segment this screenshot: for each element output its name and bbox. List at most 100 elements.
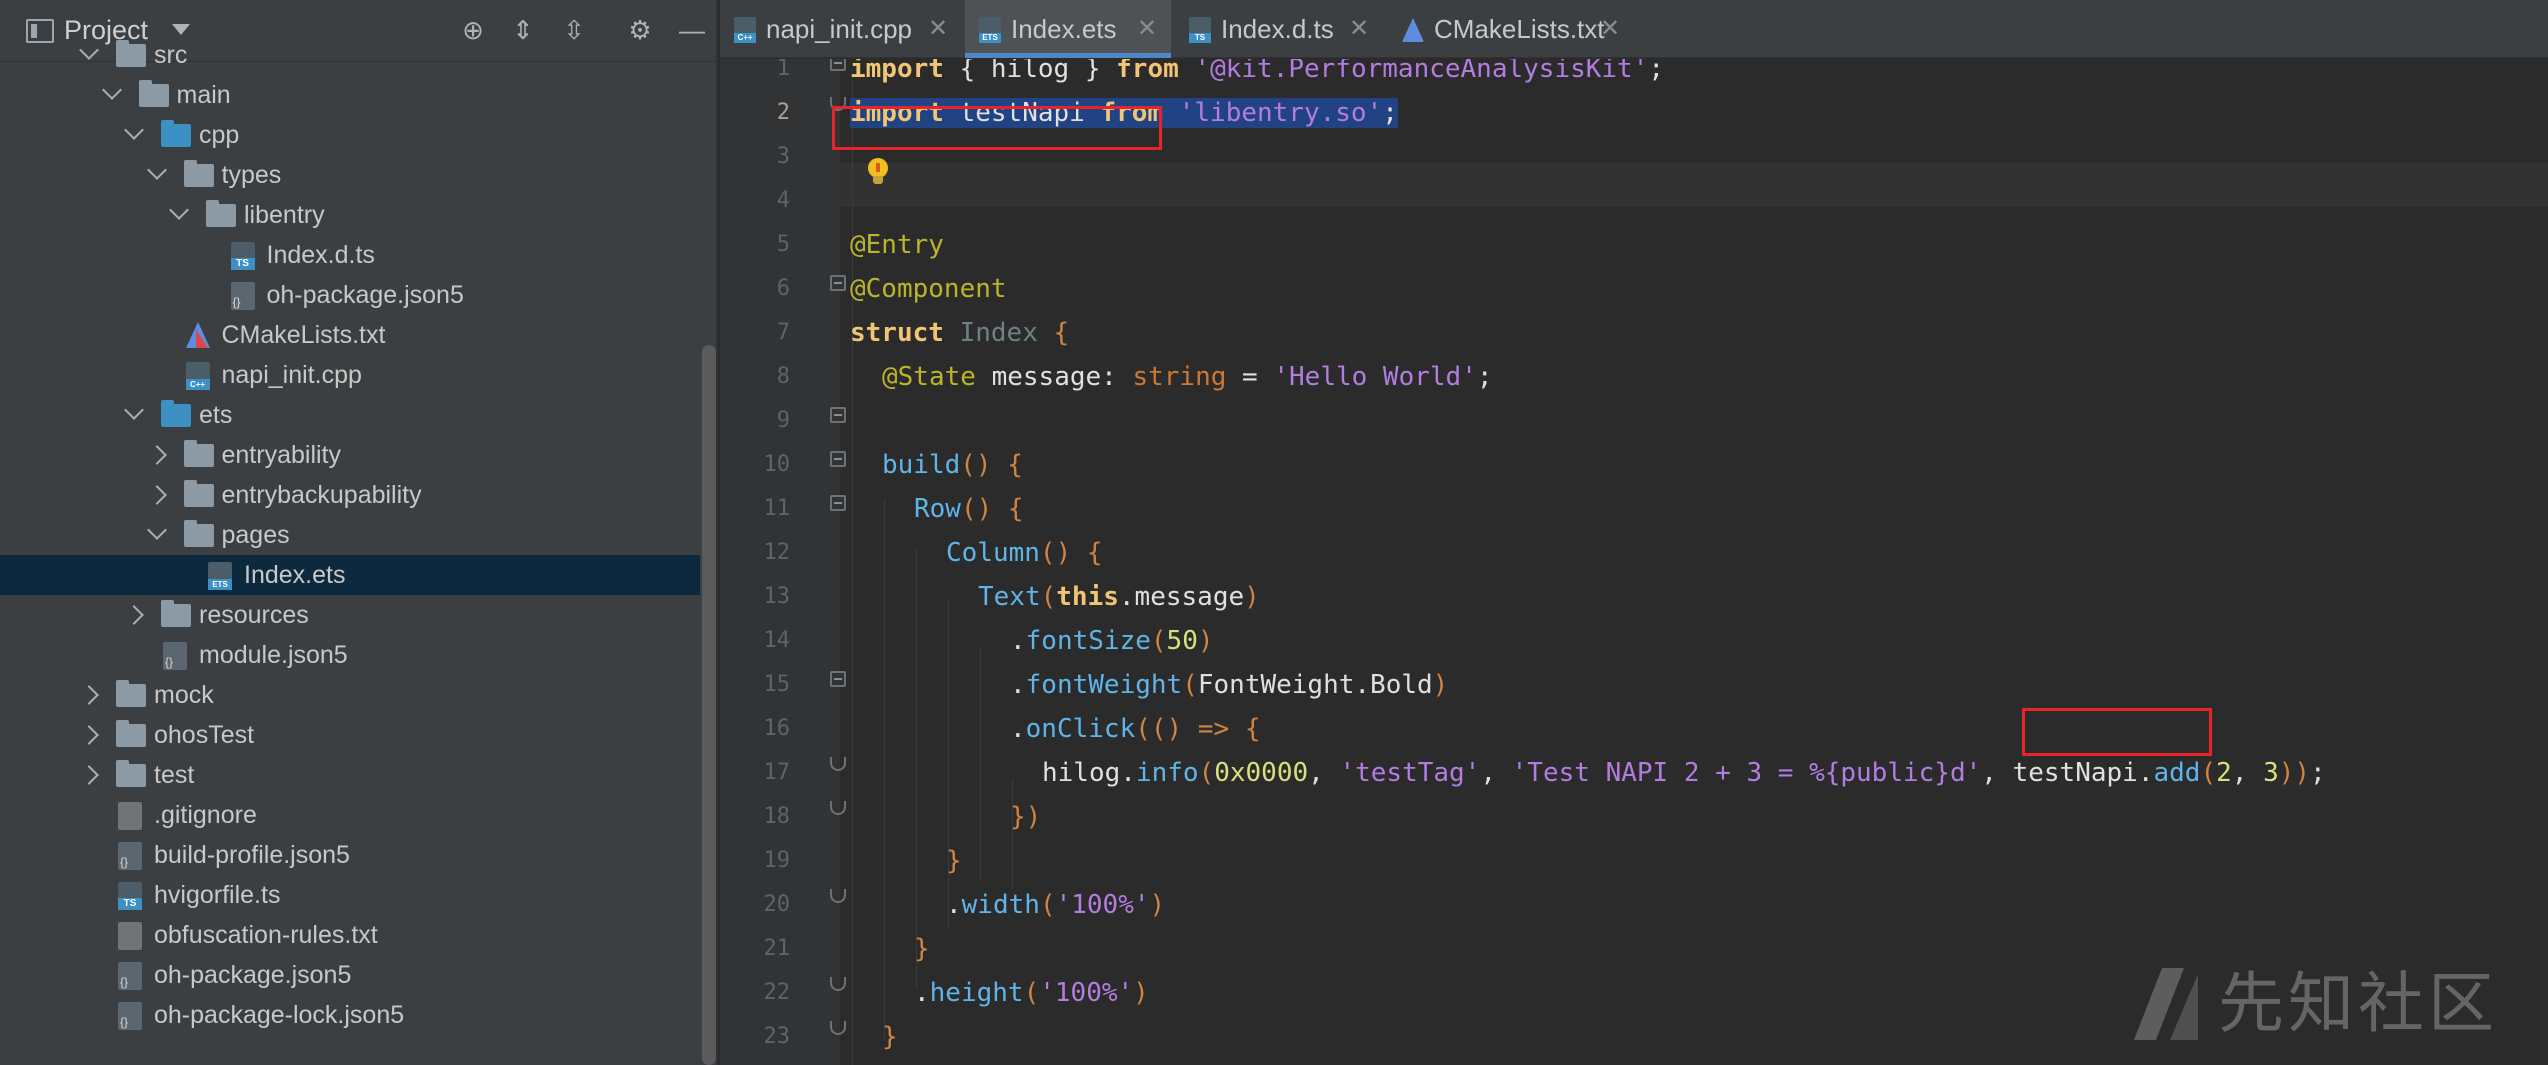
tree-item[interactable]: .gitignore <box>0 795 700 835</box>
string-literal: '@kit.PerformanceAnalysisKit' <box>1194 59 1649 84</box>
token: ; <box>1476 362 1493 392</box>
tree-item[interactable]: mock <box>0 675 700 715</box>
tab-label: CMakeLists.txt <box>1434 14 1605 44</box>
tree-item-label: oh-package.json5 <box>266 281 464 309</box>
tab-index-ets[interactable]: Index.ets ✕ <box>965 0 1171 58</box>
code-editor[interactable]: 1 2 3 4 5 6 7 8 9 10 11 12 13 14 15 16 17 18 19 20 21 22 23 im… <box>720 59 2548 1065</box>
fold-end-icon[interactable] <box>830 889 846 903</box>
chevron-down-icon[interactable] <box>124 400 144 420</box>
tab-cmakelists-txt[interactable]: CMakeLists.txt ✕ <box>1388 0 1633 58</box>
tree-item[interactable]: entryability <box>0 435 700 475</box>
chevron-down-icon[interactable] <box>101 80 122 100</box>
json-file-icon <box>118 842 142 870</box>
indent-guide <box>916 549 917 989</box>
token: message: <box>975 362 1133 392</box>
chevron-down-icon[interactable] <box>124 120 144 140</box>
json-file-icon <box>118 962 142 990</box>
close-icon[interactable]: ✕ <box>1137 0 1157 58</box>
code-line-16: hilog.info(0x0000, 'testTag', 'Test NAPI… <box>1042 751 2326 795</box>
chevron-right-icon[interactable] <box>79 765 99 785</box>
tree-item[interactable]: libentry <box>0 195 700 235</box>
tree-item[interactable]: ohosTest <box>0 715 700 755</box>
folder-icon <box>161 600 191 627</box>
tree-item[interactable]: ets <box>0 395 700 435</box>
decorator: @State <box>882 362 976 392</box>
txt-file-icon <box>118 802 142 830</box>
project-tree-scrollbar[interactable] <box>702 345 716 1065</box>
line-number: 6 <box>776 276 790 301</box>
code-line-7: @State message: string = 'Hello World'; <box>882 355 1493 399</box>
tree-item[interactable]: cpp <box>0 115 700 155</box>
tree-item-label: entrybackupability <box>221 481 422 509</box>
fold-toggle-icon[interactable] <box>830 495 846 511</box>
line-number: 8 <box>776 364 790 389</box>
tree-item[interactable]: entrybackupability <box>0 475 700 515</box>
token: ) <box>1149 890 1166 920</box>
tree-item[interactable]: oh-package.json5 <box>0 955 700 995</box>
code-line-23: } <box>850 1059 866 1065</box>
method-name: onClick <box>1025 714 1136 744</box>
token: , <box>1308 758 1340 788</box>
chevron-down-icon[interactable] <box>79 40 99 60</box>
tree-item[interactable]: main <box>0 75 700 115</box>
token: . <box>1010 714 1026 744</box>
fold-toggle-icon[interactable] <box>830 275 846 291</box>
tab-napi-init-cpp[interactable]: napi_init.cpp ✕ <box>720 0 962 58</box>
cpp-file-icon <box>734 17 756 43</box>
chevron-right-icon[interactable] <box>79 685 99 705</box>
token: ; <box>2310 758 2326 788</box>
folder-icon <box>161 120 191 147</box>
lightbulb-icon[interactable] <box>868 158 888 184</box>
fold-end-icon[interactable] <box>830 977 846 991</box>
token: ( <box>1150 626 1167 656</box>
tree-item-label: pages <box>221 521 290 549</box>
tree-item[interactable]: Index.d.ts <box>0 235 700 275</box>
chevron-right-icon[interactable] <box>79 725 99 745</box>
chevron-right-icon[interactable] <box>146 445 167 465</box>
function-name: build <box>882 450 961 480</box>
tree-item[interactable]: oh-package.json5 <box>0 275 700 315</box>
fold-end-icon[interactable] <box>830 1021 846 1035</box>
tree-item[interactable]: obfuscation-rules.txt <box>0 915 700 955</box>
fold-toggle-icon[interactable] <box>830 451 846 467</box>
tab-index-d-ts[interactable]: Index.d.ts ✕ <box>1175 0 1383 58</box>
tree-item[interactable]: module.json5 <box>0 635 700 675</box>
string-literal: '100%' <box>1055 890 1150 920</box>
tree-item[interactable]: napi_init.cpp <box>0 355 700 395</box>
fold-toggle-icon[interactable] <box>830 671 846 687</box>
tree-item[interactable]: build-profile.json5 <box>0 835 700 875</box>
chevron-right-icon[interactable] <box>124 605 144 625</box>
identifier: hilog <box>1042 758 1121 788</box>
fold-toggle-icon[interactable] <box>830 59 846 71</box>
tree-item[interactable]: types <box>0 155 700 195</box>
tree-item[interactable]: oh-package-lock.json5 <box>0 995 700 1035</box>
json-file-icon <box>118 1002 142 1030</box>
close-icon[interactable]: ✕ <box>1600 0 1620 58</box>
fold-end-icon[interactable] <box>830 801 846 815</box>
tree-item[interactable]: test <box>0 755 700 795</box>
tree-item[interactable]: pages <box>0 515 700 555</box>
close-icon[interactable]: ✕ <box>1349 0 1369 58</box>
tree-item-label: entryability <box>221 441 342 469</box>
chevron-right-icon[interactable] <box>146 485 167 505</box>
tree-item-label: resources <box>199 601 309 629</box>
token: . <box>914 978 930 1008</box>
token: , <box>1981 758 2013 788</box>
tree-item[interactable]: src <box>0 35 700 75</box>
tree-item[interactable]: hvigorfile.ts <box>0 875 700 915</box>
function-name: Row <box>914 494 961 524</box>
chevron-down-icon[interactable] <box>146 520 167 540</box>
tree-item[interactable]: CMakeLists.txt <box>0 315 700 355</box>
project-view-dropdown-icon[interactable] <box>172 24 190 35</box>
chevron-down-icon[interactable] <box>169 200 189 220</box>
tab-label: Index.ets <box>1011 14 1117 44</box>
tree-item-label: libentry <box>244 201 325 229</box>
tree-item[interactable]: Index.ets <box>0 555 700 595</box>
tree-item[interactable]: resources <box>0 595 700 635</box>
number-literal: 3 <box>2263 758 2279 788</box>
fold-end-icon[interactable] <box>830 757 846 771</box>
string-literal: 'libentry.so' <box>1178 98 1383 128</box>
chevron-down-icon[interactable] <box>146 160 167 180</box>
fold-toggle-icon[interactable] <box>830 407 846 423</box>
close-icon[interactable]: ✕ <box>928 0 948 58</box>
